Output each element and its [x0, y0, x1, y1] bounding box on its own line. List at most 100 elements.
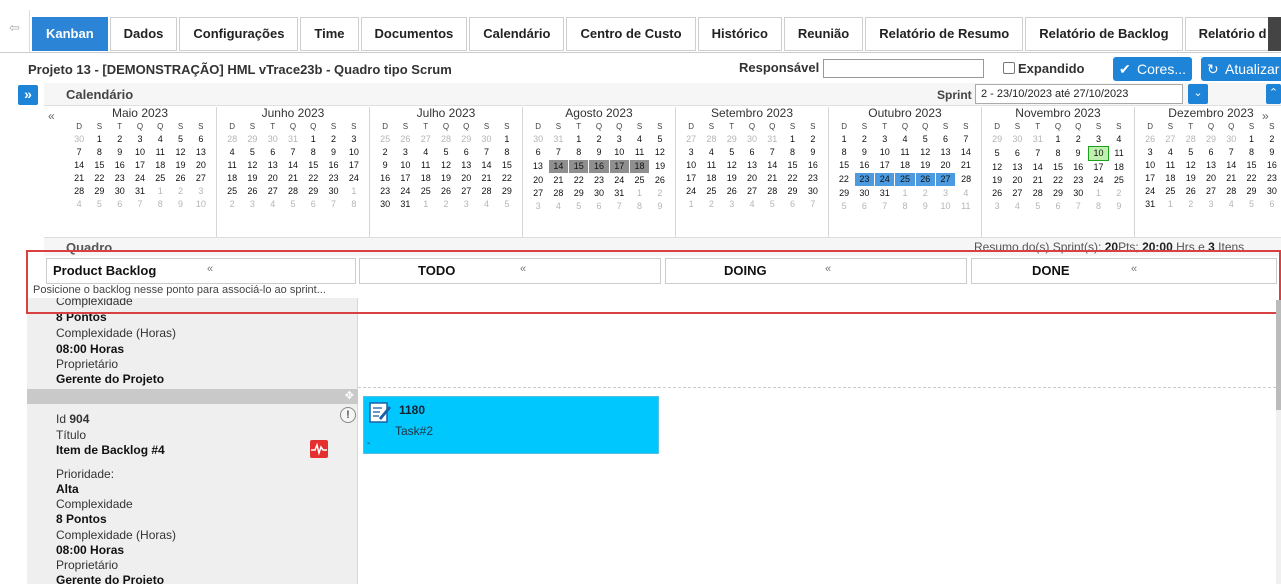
calendar-day[interactable]: 5 — [1241, 198, 1261, 211]
calendar-day[interactable]: 2 — [589, 133, 609, 146]
calendar-day[interactable]: 9 — [323, 146, 343, 159]
calendar-day[interactable]: 3 — [528, 200, 548, 213]
calendar-day[interactable]: 4 — [548, 200, 568, 213]
collapse-column-icon[interactable]: « — [207, 263, 213, 275]
calendar-day[interactable]: 5 — [1028, 200, 1048, 213]
calendar-day[interactable]: 25 — [894, 172, 916, 187]
calendar-day[interactable]: 14 — [1028, 161, 1048, 175]
calendar-day[interactable]: 18 — [628, 159, 651, 174]
calendar-day[interactable]: 3 — [722, 198, 742, 211]
calendar-day[interactable]: 8 — [1048, 147, 1068, 161]
calendar-day[interactable]: 6 — [742, 146, 762, 159]
calendar-day[interactable]: 7 — [1028, 147, 1048, 161]
calendar-day[interactable]: 8 — [1088, 200, 1108, 213]
calendar-day[interactable]: 5 — [170, 133, 190, 146]
calendar-day[interactable]: 29 — [722, 133, 742, 146]
calendar-day[interactable]: 13 — [935, 146, 955, 159]
calendar-day[interactable]: 30 — [854, 187, 874, 201]
tab-histórico[interactable]: Histórico — [697, 17, 782, 51]
calendar-day[interactable]: 24 — [130, 172, 150, 185]
calendar-day[interactable]: 26 — [650, 174, 670, 188]
calendar-day[interactable]: 1 — [497, 133, 517, 146]
calendar-day[interactable]: 5 — [1181, 146, 1201, 159]
calendar-day[interactable]: 6 — [110, 198, 130, 211]
calendar-day[interactable]: 4 — [956, 187, 976, 201]
calendar-day[interactable]: 19 — [170, 159, 190, 172]
calendar-day[interactable]: 30 — [323, 185, 343, 198]
calendar-day[interactable]: 27 — [528, 187, 548, 200]
calendar-day[interactable]: 14 — [956, 146, 976, 159]
calendar-day[interactable]: 5 — [650, 133, 670, 146]
calendar-day[interactable]: 31 — [395, 198, 415, 211]
calendar-day[interactable]: 31 — [1028, 133, 1048, 147]
calendar-day[interactable]: 26 — [1140, 133, 1160, 146]
calendar-day[interactable]: 16 — [1068, 161, 1088, 175]
calendar-day[interactable]: 18 — [222, 172, 242, 185]
tab-centro-de-custo[interactable]: Centro de Custo — [566, 17, 696, 51]
calendar-day[interactable]: 1 — [681, 198, 701, 211]
calendar-day[interactable]: 4 — [629, 133, 649, 146]
tab-calendário[interactable]: Calendário — [469, 17, 565, 51]
calendar-day[interactable]: 1 — [1241, 133, 1261, 146]
calendar-day[interactable]: 7 — [476, 146, 496, 159]
calendar-day[interactable]: 23 — [853, 172, 876, 187]
calendar-day[interactable]: 17 — [130, 159, 150, 172]
collapse-column-icon[interactable]: « — [520, 263, 526, 275]
calendar-day[interactable]: 3 — [1201, 198, 1221, 211]
calendar-day[interactable]: 18 — [701, 172, 721, 185]
calendar-day[interactable]: 4 — [476, 198, 496, 211]
calendar-day[interactable]: 3 — [191, 185, 211, 198]
calendar-day[interactable]: 2 — [803, 133, 823, 146]
calendar-day[interactable]: 7 — [803, 198, 823, 211]
calendar-day[interactable]: 2 — [436, 198, 456, 211]
calendar-day[interactable]: 5 — [762, 198, 782, 211]
calendar-day[interactable]: 23 — [589, 174, 609, 188]
calendar-day[interactable]: 1 — [1160, 198, 1180, 211]
calendar-day[interactable]: 20 — [1201, 172, 1221, 185]
calendar-day[interactable]: 22 — [303, 172, 323, 185]
calendar-day[interactable]: 7 — [283, 146, 303, 159]
calendar-day[interactable]: 10 — [191, 198, 211, 211]
calendar-day[interactable]: 6 — [854, 200, 874, 213]
calendar-day[interactable]: 24 — [874, 172, 896, 187]
calendar-day[interactable]: 6 — [935, 133, 955, 146]
calendar-day[interactable]: 10 — [130, 146, 150, 159]
calendar-day[interactable]: 20 — [263, 172, 283, 185]
calendar-day[interactable]: 29 — [834, 187, 854, 201]
calendar-day[interactable]: 2 — [375, 146, 395, 159]
calendar-day[interactable]: 13 — [263, 159, 283, 172]
calendar-day[interactable]: 30 — [1262, 185, 1281, 198]
calendar-day[interactable]: 9 — [650, 200, 670, 213]
calendar-day[interactable]: 5 — [915, 133, 935, 146]
calendar-day[interactable]: 8 — [782, 146, 802, 159]
calendar-day[interactable]: 19 — [722, 172, 742, 185]
calendar-day[interactable]: 16 — [1262, 159, 1281, 172]
calendar-day[interactable]: 17 — [608, 159, 630, 174]
calendar-day[interactable]: 31 — [130, 185, 150, 198]
calendar-day[interactable]: 5 — [569, 200, 589, 213]
collapse-calendar-icon[interactable]: ⌃ — [1266, 84, 1281, 104]
calendar-day[interactable]: 28 — [222, 133, 242, 146]
calendar-day[interactable]: 14 — [69, 159, 89, 172]
calendar-day[interactable]: 4 — [1160, 146, 1180, 159]
calendar-day[interactable]: 10 — [875, 146, 895, 159]
calendar-day[interactable]: 5 — [987, 147, 1007, 161]
calendar-day[interactable]: 11 — [222, 159, 242, 172]
calendar-day[interactable]: 25 — [375, 133, 395, 146]
calendar-day[interactable]: 18 — [895, 159, 915, 173]
tab-scroll-left-icon[interactable]: ⇦ — [0, 10, 30, 52]
sprint-select[interactable]: 2 - 23/10/2023 até 27/10/2023 — [975, 84, 1183, 104]
calendar-day[interactable]: 15 — [89, 159, 109, 172]
calendar-day[interactable]: 27 — [191, 172, 211, 185]
calendar-day[interactable]: 25 — [416, 185, 436, 198]
calendar-day[interactable]: 3 — [1140, 146, 1160, 159]
calendar-day[interactable]: 27 — [456, 185, 476, 198]
calendar-day[interactable]: 4 — [1221, 198, 1241, 211]
calendar-day[interactable]: 21 — [548, 174, 568, 188]
calendar-day[interactable]: 3 — [935, 187, 955, 201]
calendar-day[interactable]: 15 — [782, 159, 802, 172]
calendar-day[interactable]: 1 — [895, 187, 915, 201]
calendar-day[interactable]: 1 — [834, 133, 854, 146]
calendar-day[interactable]: 14 — [762, 159, 782, 172]
calendar-day[interactable]: 23 — [110, 172, 130, 185]
